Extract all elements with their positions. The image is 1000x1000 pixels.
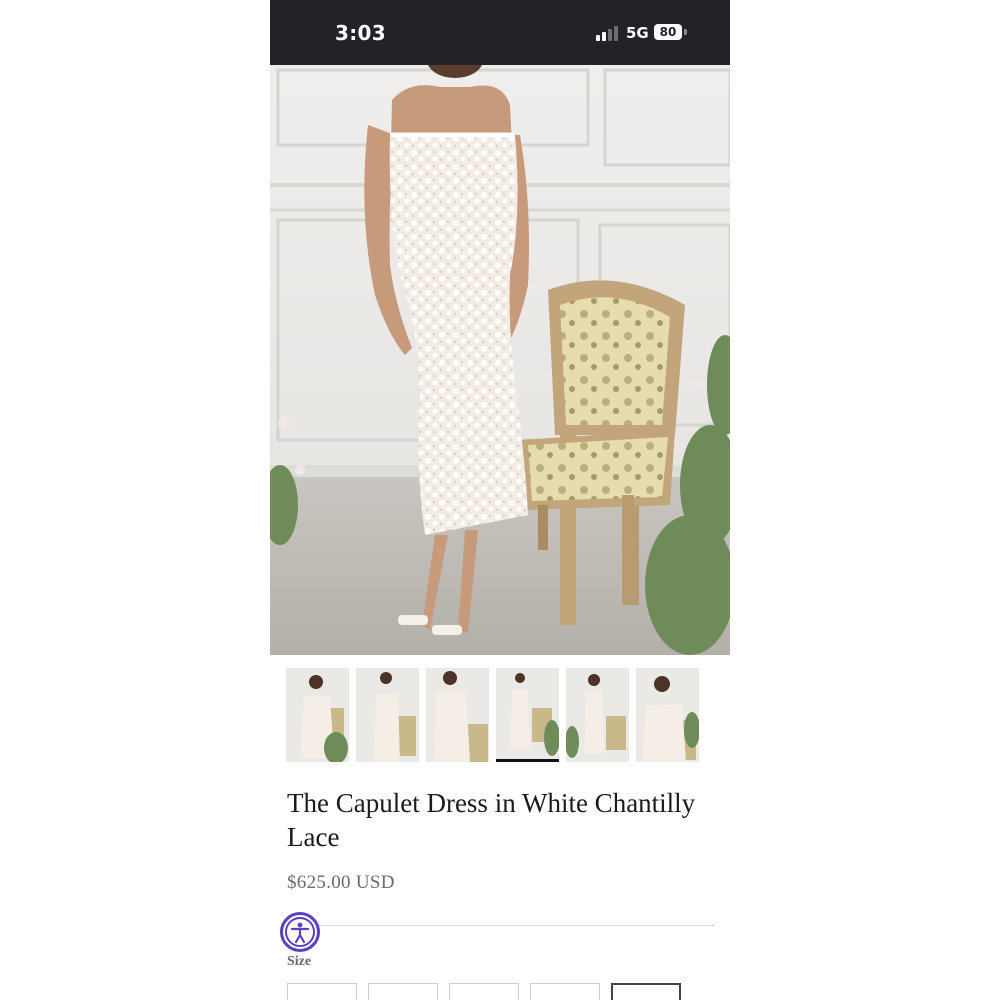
size-option-5[interactable] (611, 983, 681, 1000)
thumbnail-2[interactable] (356, 668, 419, 762)
battery-icon: 80 (654, 24, 682, 40)
size-option-3[interactable] (449, 983, 519, 1000)
thumbnail-6[interactable] (636, 668, 699, 762)
battery-tip (684, 29, 687, 35)
thumbnail-5[interactable] (566, 668, 629, 762)
thumbnail-4[interactable] (496, 668, 559, 762)
product-title: The Capulet Dress in White Chantilly Lac… (287, 788, 696, 852)
status-bar: 3:03 5G 80 (270, 0, 730, 65)
thumbnail-1[interactable] (286, 668, 349, 762)
product-photo (270, 65, 730, 655)
size-option-2[interactable] (368, 983, 438, 1000)
size-label: Size (287, 954, 312, 969)
divider (287, 925, 714, 926)
product-main-image[interactable] (270, 65, 730, 655)
status-time: 3:03 (335, 21, 386, 45)
network-type: 5G (626, 24, 649, 42)
product-price: $625.00 USD (287, 872, 395, 893)
thumbnail-gallery (286, 668, 716, 763)
thumbnail-3[interactable] (426, 668, 489, 762)
accessibility-icon[interactable] (280, 912, 320, 952)
signal-icon (596, 25, 620, 41)
size-option-1[interactable] (287, 983, 357, 1000)
product-page: 3:03 5G 80 The Capulet Dress in White Ch… (270, 0, 730, 1000)
size-option-4[interactable] (530, 983, 600, 1000)
